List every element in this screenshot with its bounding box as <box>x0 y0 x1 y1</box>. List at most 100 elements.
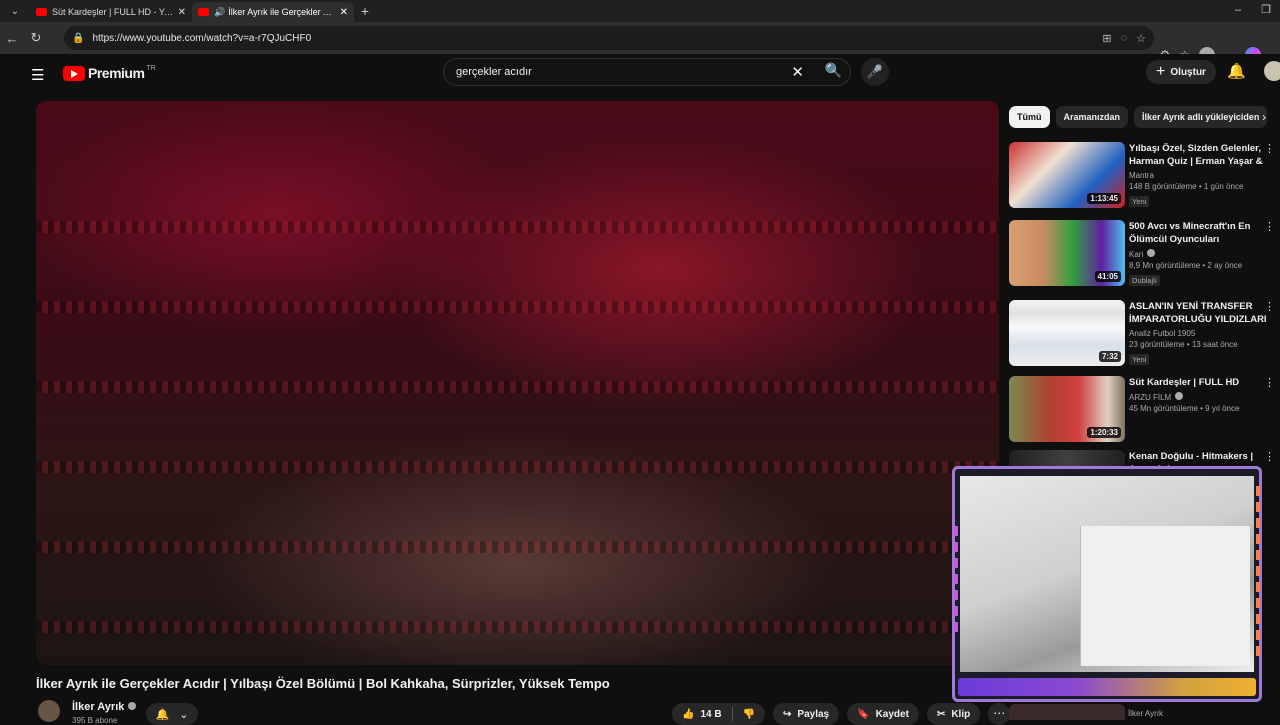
more-actions-icon[interactable]: ⋯ <box>988 703 1011 725</box>
speaker-icon[interactable]: 🔊 <box>214 7 225 18</box>
clip-label: Klip <box>951 708 971 720</box>
recommendation-meta: 148 B görüntüleme • 1 gün önce <box>1129 182 1244 191</box>
video-thumbnail[interactable]: 1:20:33 <box>1009 376 1125 442</box>
search-input[interactable]: gerçekler acıdır <box>456 66 532 78</box>
video-thumbnail[interactable]: 1:13:45 <box>1009 142 1125 208</box>
clip-button[interactable]: ✂ Klip <box>926 703 981 725</box>
video-thumbnail[interactable] <box>1009 704 1125 720</box>
plus-icon: + <box>1156 63 1166 80</box>
app-install-icon[interactable]: ⊞ <box>1102 32 1111 45</box>
webcam-feed <box>960 476 1254 672</box>
recommendation-title[interactable]: 500 Avcı vs Minecraft'ın En Ölümcül Oyun… <box>1129 220 1269 246</box>
new-badge: Yeni <box>1129 354 1150 365</box>
browser-tab-active[interactable]: 🔊 İlker Ayrık ile Gerçekler Acıdır | Yı … <box>192 2 354 22</box>
bookmark-icon: 🔖 <box>857 708 870 720</box>
channel-name-row[interactable]: İlker Ayrık <box>72 701 137 713</box>
recommendation-item[interactable]: 1:13:45 Yılbaşı Özel, Sizden Gelenler, H… <box>1009 142 1277 212</box>
recommendation-item[interactable]: 7:32 ASLAN'IN YENİ TRANSFER İMPARATORLUĞ… <box>1009 300 1277 370</box>
channel-avatar[interactable] <box>38 700 60 722</box>
scissors-icon: ✂ <box>936 708 946 720</box>
user-avatar[interactable] <box>1264 61 1280 81</box>
youtube-play-icon <box>63 65 85 81</box>
recommendation-item[interactable]: 1:20:33 Süt Kardeşler | FULL HD ARZU FİL… <box>1009 376 1277 446</box>
save-button[interactable]: 🔖 Kaydet <box>847 703 919 725</box>
window-controls: – ❐ <box>1224 0 1280 20</box>
create-button[interactable]: + Oluştur <box>1146 60 1216 84</box>
duration-badge: 7:32 <box>1098 351 1121 362</box>
recommendation-channel[interactable]: ARZU FİLM <box>1129 393 1171 402</box>
close-tab-icon[interactable]: ✕ <box>178 7 186 18</box>
frame-decoration-right <box>1256 486 1260 656</box>
youtube-favicon-icon <box>198 8 209 16</box>
kebab-menu-icon[interactable]: ⋮ <box>1264 220 1275 233</box>
tracking-icon[interactable]: ◌ <box>1121 32 1128 45</box>
verified-icon <box>128 702 137 710</box>
channel-name[interactable]: İlker Ayrık <box>72 701 124 713</box>
kebab-menu-icon[interactable]: ⋮ <box>1264 300 1275 313</box>
recommendation-channel[interactable]: Mantra <box>1129 171 1269 180</box>
share-icon: ↪ <box>783 708 792 720</box>
browser-tab[interactable]: Süt Kardeşler | FULL HD - YouTube ✕ <box>30 2 192 22</box>
address-bar[interactable]: 🔒 https://www.youtube.com/watch?v=a-r7QJ… <box>64 26 1154 50</box>
duration-badge: 1:20:33 <box>1087 427 1121 438</box>
recommendation-channel-row[interactable]: ARZU FİLM <box>1129 392 1269 402</box>
url-text: https://www.youtube.com/watch?v=a-r7QJuC… <box>92 32 312 44</box>
recommendation-title[interactable]: ASLAN'IN YENİ TRANSFER İMPARATORLUĞU YIL… <box>1129 300 1269 326</box>
chip-all[interactable]: Tümü <box>1009 106 1050 128</box>
minimize-icon[interactable]: – <box>1224 0 1252 20</box>
video-thumbnail[interactable]: 7:32 <box>1009 300 1125 366</box>
dislike-icon[interactable]: 👎 <box>743 709 755 720</box>
lock-icon[interactable]: 🔒 <box>72 33 84 44</box>
like-count[interactable]: 14 B <box>700 709 721 720</box>
kebab-menu-icon[interactable]: ⋮ <box>1264 376 1275 389</box>
notifications-icon[interactable]: 🔔 <box>1227 62 1246 80</box>
search-icon[interactable]: 🔍 <box>825 62 842 79</box>
recommendation-channel-row[interactable]: Kari <box>1129 249 1269 259</box>
kebab-menu-icon[interactable]: ⋮ <box>1264 450 1275 463</box>
browser-tabbar: ⌄ Süt Kardeşler | FULL HD - YouTube ✕ 🔊 … <box>0 0 1280 22</box>
recommendation-meta: 45 Mn görüntüleme • 9 yıl önce <box>1129 404 1240 413</box>
video-actions: 👍 14 B 👎 ↪ Paylaş 🔖 Kaydet ✂ Klip ⋯ <box>672 703 1011 725</box>
tab-list-button[interactable]: ⌄ <box>0 6 30 17</box>
recommendation-title[interactable]: Yılbaşı Özel, Sizden Gelenler, Harman Qu… <box>1129 142 1269 168</box>
youtube-logo[interactable]: Premium TR <box>63 65 156 81</box>
chevron-right-icon[interactable]: › <box>1262 110 1266 124</box>
like-dislike-group: 👍 14 B 👎 <box>672 703 766 725</box>
filter-chips: Tümü Aramanızdan İlker Ayrık adlı yükley… <box>1009 106 1269 128</box>
recommendation-channel[interactable]: Kari <box>1129 250 1143 259</box>
close-tab-icon[interactable]: ✕ <box>340 7 348 18</box>
bookmark-star-icon[interactable]: ☆ <box>1136 32 1146 45</box>
youtube-header: ☰ Premium TR gerçekler acıdır ✕ 🔍 🎤 + Ol… <box>13 54 1280 94</box>
maximize-icon[interactable]: ❐ <box>1252 0 1280 20</box>
like-icon[interactable]: 👍 <box>682 709 694 720</box>
reload-icon[interactable]: ↻ <box>24 30 48 46</box>
recommendation-title[interactable]: Süt Kardeşler | FULL HD <box>1129 376 1269 389</box>
share-button[interactable]: ↪ Paylaş <box>773 703 840 725</box>
webcam-overlay <box>952 466 1262 702</box>
next-channel[interactable]: İlker Ayrık <box>1128 709 1163 718</box>
recommendation-channel[interactable]: Analiz Futbol 1905 <box>1129 329 1269 338</box>
menu-icon[interactable]: ☰ <box>31 66 44 84</box>
video-player[interactable] <box>36 101 999 665</box>
subscription-button[interactable]: 🔔 ⌄ <box>146 703 198 725</box>
tab-title: İlker Ayrık ile Gerçekler Acıdır | Yı <box>228 7 336 17</box>
new-tab-button[interactable]: + <box>354 3 376 19</box>
chip-from-uploader[interactable]: İlker Ayrık adlı yükleyiciden <box>1134 106 1268 128</box>
frame-decoration-left <box>954 526 958 636</box>
verified-icon <box>1147 249 1156 257</box>
back-icon[interactable]: ← <box>0 31 24 46</box>
kebab-menu-icon[interactable]: ⋮ <box>1264 142 1275 155</box>
search-box[interactable]: gerçekler acıdır ✕ 🔍 <box>443 58 851 86</box>
microphone-icon[interactable]: 🎤 <box>861 58 889 86</box>
chevron-down-icon: ⌄ <box>179 708 189 721</box>
create-label: Oluştur <box>1170 66 1206 78</box>
video-thumbnail[interactable]: 41:05 <box>1009 220 1125 286</box>
chip-from-search[interactable]: Aramanızdan <box>1055 106 1129 128</box>
webcam-bottom-bar <box>958 678 1256 696</box>
video-title: İlker Ayrık ile Gerçekler Acıdır | Yılba… <box>36 676 610 691</box>
recommendation-item[interactable]: 41:05 500 Avcı vs Minecraft'ın En Ölümcü… <box>1009 220 1277 290</box>
duration-badge: 41:05 <box>1094 271 1121 282</box>
clear-search-icon[interactable]: ✕ <box>791 63 804 81</box>
save-label: Kaydet <box>875 708 909 720</box>
youtube-favicon-icon <box>36 8 47 16</box>
